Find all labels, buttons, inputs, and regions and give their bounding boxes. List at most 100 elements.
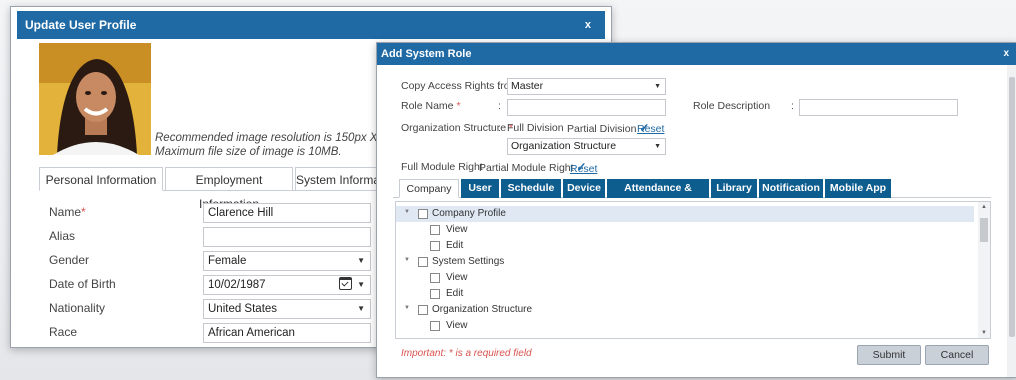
role-description-label: Role Description [693, 100, 771, 112]
tab-employment-information[interactable]: Employment Information [165, 167, 293, 211]
tree-node-label: Company Profile [432, 208, 506, 219]
tree-node-label: View [446, 320, 468, 331]
add-system-role-dialog: Add System Role x Copy Access Rights fro… [376, 42, 1016, 378]
tab-device[interactable]: Device [563, 179, 605, 198]
checkbox[interactable] [430, 321, 440, 331]
colon: : [498, 122, 501, 134]
tree-node-edit[interactable]: Edit [396, 286, 974, 302]
permission-tree: ▼ Company Profile View Edit ▼ System Set… [395, 201, 991, 339]
gender-value: Female [208, 255, 247, 267]
tree-node-label: View [446, 224, 468, 235]
expand-toggle-icon[interactable]: ▼ [404, 305, 410, 311]
reset-division-link[interactable]: Reset [637, 123, 664, 135]
dialog-scrollbar[interactable] [1007, 65, 1016, 377]
dob-value: 10/02/1987 [208, 279, 266, 291]
profile-title: Update User Profile [25, 18, 137, 32]
checkbox[interactable] [430, 273, 440, 283]
role-close-icon[interactable]: x [1003, 43, 1009, 65]
gender-label: Gender [49, 253, 90, 267]
checkbox[interactable] [430, 225, 440, 235]
role-title: Add System Role [381, 48, 472, 60]
checkbox[interactable] [418, 257, 428, 267]
colon: : [498, 80, 501, 92]
role-name-label: Role Name * [401, 100, 461, 112]
scroll-up-icon[interactable]: ▲ [981, 204, 987, 210]
tree-node-label: Edit [446, 288, 464, 299]
profile-photo[interactable] [39, 43, 151, 155]
tree-node-label: Edit [446, 240, 464, 251]
nationality-label: Nationality [49, 301, 106, 315]
expand-toggle-icon[interactable]: ▼ [404, 257, 410, 263]
checkbox[interactable] [418, 305, 428, 315]
gender-row: Gender Female ▼ [49, 251, 379, 271]
tree-scrollbar[interactable]: ▲ ▼ [978, 202, 990, 338]
tab-mobile-app[interactable]: Mobile App [825, 179, 891, 198]
tree-node-view[interactable]: View [396, 222, 974, 238]
profile-titlebar: Update User Profile x [17, 11, 605, 39]
chevron-down-icon: ▼ [357, 256, 365, 265]
tab-company[interactable]: Company [399, 179, 459, 198]
colon: : [791, 100, 794, 112]
tree-node-system-settings[interactable]: ▼ System Settings [396, 254, 974, 270]
race-row: Race African American [49, 323, 379, 343]
scroll-down-icon[interactable]: ▼ [981, 330, 987, 336]
profile-close-icon[interactable]: x [585, 11, 591, 39]
chevron-down-icon: ▼ [654, 143, 661, 150]
race-input[interactable]: African American [203, 323, 371, 343]
name-input[interactable]: Clarence Hill [203, 203, 371, 223]
dob-label: Date of Birth [49, 277, 116, 291]
expand-toggle-icon[interactable]: ▼ [404, 209, 410, 215]
alias-label: Alias [49, 229, 76, 243]
tree-node-label: View [446, 272, 468, 283]
tree-node-view[interactable]: View [396, 270, 974, 286]
chevron-down-icon[interactable]: ▼ [357, 276, 365, 294]
race-label: Race [49, 325, 78, 339]
copy-rights-value: Master [511, 80, 544, 92]
name-label: Name* [49, 205, 86, 219]
gender-select[interactable]: Female ▼ [203, 251, 371, 271]
submit-button[interactable]: Submit [857, 345, 921, 365]
tree-node-organization-structure[interactable]: ▼ Organization Structure [396, 302, 974, 318]
alias-row: Alias [49, 227, 379, 247]
alias-input[interactable] [203, 227, 371, 247]
dob-input[interactable]: 10/02/1987 ▼ [203, 275, 371, 295]
nationality-select[interactable]: United States ▼ [203, 299, 371, 319]
checkbox[interactable] [430, 289, 440, 299]
tree-node-label: Organization Structure [432, 304, 533, 315]
tab-personal-information[interactable]: Personal Information [39, 167, 163, 191]
scroll-thumb[interactable] [980, 218, 988, 242]
nationality-value: United States [208, 303, 278, 315]
org-structure-select[interactable]: Organization Structure ▼ [507, 138, 666, 155]
tab-notification[interactable]: Notification [759, 179, 823, 198]
tab-user[interactable]: User [461, 179, 499, 198]
org-structure-value: Organization Structure [511, 140, 617, 152]
tree-node-company-profile[interactable]: ▼ Company Profile [396, 206, 974, 222]
role-description-input[interactable] [799, 99, 958, 116]
scroll-thumb[interactable] [1009, 77, 1015, 337]
name-row: Name* Clarence Hill [49, 203, 379, 223]
nationality-row: Nationality United States ▼ [49, 299, 379, 319]
tab-schedule[interactable]: Schedule [501, 179, 561, 198]
tab-library[interactable]: Library [711, 179, 757, 198]
full-module-option[interactable]: Full Module Right [401, 161, 483, 173]
copy-rights-select[interactable]: Master ▼ [507, 78, 666, 95]
checkbox[interactable] [430, 241, 440, 251]
tab-attendance-report[interactable]: Attendance & Report [607, 179, 709, 213]
chevron-down-icon: ▼ [357, 304, 365, 313]
cancel-button[interactable]: Cancel [925, 345, 989, 365]
calendar-icon[interactable] [339, 277, 352, 290]
tree-node-view[interactable]: View [396, 318, 974, 334]
tree-node-edit[interactable]: Edit [396, 238, 974, 254]
required-field-note: Important: * is a required field [401, 348, 532, 359]
full-division-option[interactable]: Full Division [507, 122, 564, 134]
checkbox[interactable] [418, 209, 428, 219]
dob-row: Date of Birth 10/02/1987 ▼ [49, 275, 379, 295]
chevron-down-icon: ▼ [654, 83, 661, 90]
colon: : [498, 100, 501, 112]
org-structure-label: Organization Structure * [401, 122, 514, 134]
reset-module-link[interactable]: Reset [570, 163, 597, 175]
required-mark: * [81, 205, 86, 219]
role-name-input[interactable] [507, 99, 666, 116]
tree-node-label: System Settings [432, 256, 505, 267]
role-titlebar: Add System Role x [377, 43, 1016, 65]
